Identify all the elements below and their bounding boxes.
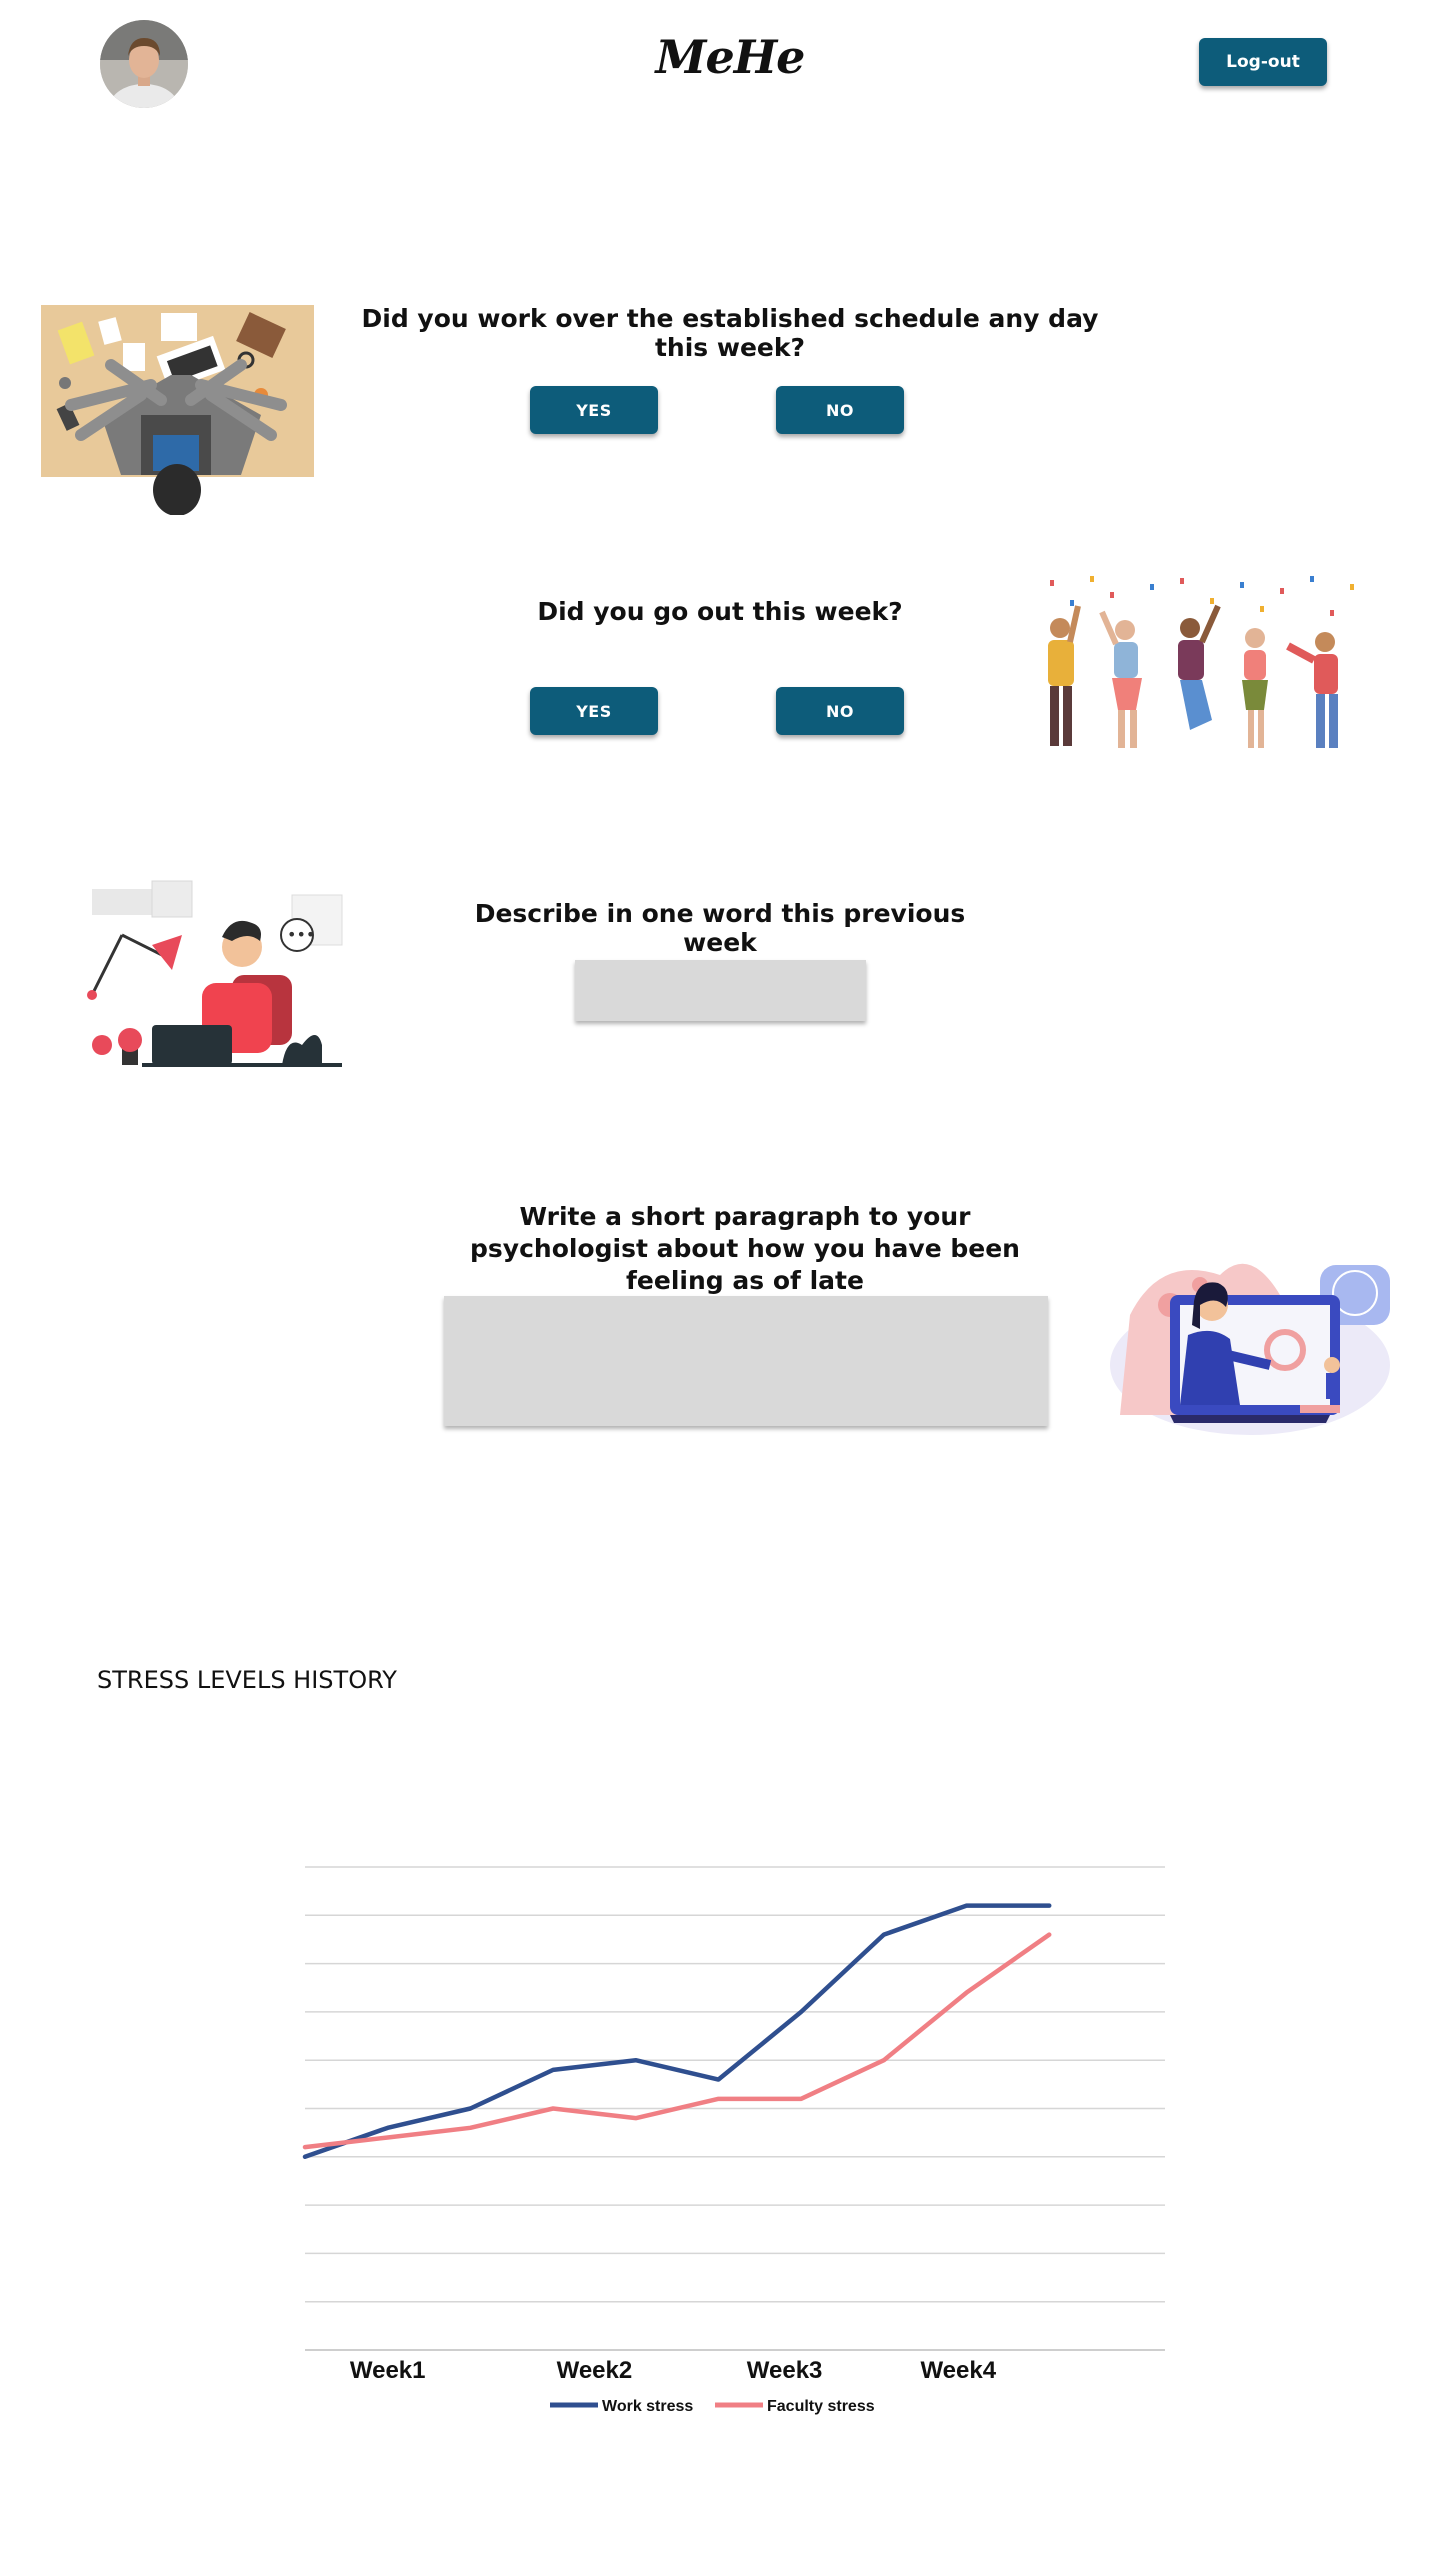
question-went-out: Did you go out this week? [537, 597, 903, 626]
stress-chart: Week1 Week2 Week3 Week4 Work stress Faculty … [240, 1840, 1200, 2460]
app-logo[interactable]: MeHe [600, 30, 860, 84]
question-overtime: Did you work over the established schedu… [361, 304, 1099, 362]
series-line-1 [302, 1932, 1052, 2150]
question-one-word: Describe in one word this previous week [474, 899, 966, 957]
x-tick-label: Week4 [920, 2357, 996, 2384]
went-out-yes-button[interactable]: YES [530, 687, 658, 735]
question-paragraph: Write a short paragraph to your psycholo… [470, 1202, 1020, 1295]
therapy-illustration [1100, 1255, 1395, 1455]
overtime-yes-button[interactable]: YES [530, 386, 658, 434]
x-tick-label: Week2 [557, 2357, 633, 2384]
went-out-no-button[interactable]: NO [776, 687, 904, 735]
chart-legend: Work stress Faculty stress [550, 2398, 875, 2415]
x-tick-label: Week1 [350, 2357, 426, 2384]
party-illustration [1030, 570, 1370, 780]
chart-x-ticks: Week1 Week2 Week3 Week4 [350, 2357, 997, 2384]
series-line-0 [302, 1903, 1052, 2160]
stress-chart-svg: Week1 Week2 Week3 Week4 Work stress Faculty … [302, 1866, 1165, 2415]
chart-grid [305, 1866, 1165, 2351]
logout-button[interactable]: Log-out [1199, 38, 1327, 86]
overworked-illustration [41, 305, 314, 516]
thinking-man-illustration: ••• [82, 875, 364, 1070]
avatar-image [100, 20, 188, 108]
paragraph-textarea[interactable] [444, 1296, 1048, 1426]
one-word-input[interactable] [575, 960, 866, 1021]
chart-lines [302, 1903, 1052, 2160]
avatar[interactable] [100, 20, 188, 108]
x-tick-label: Week3 [747, 2357, 823, 2384]
svg-text:•••: ••• [287, 925, 315, 944]
legend-label-0: Work stress [602, 2398, 693, 2415]
stress-history-title: STRESS LEVELS HISTORY [97, 1666, 397, 1694]
overtime-no-button[interactable]: NO [776, 386, 904, 434]
legend-label-1: Faculty stress [767, 2398, 875, 2415]
